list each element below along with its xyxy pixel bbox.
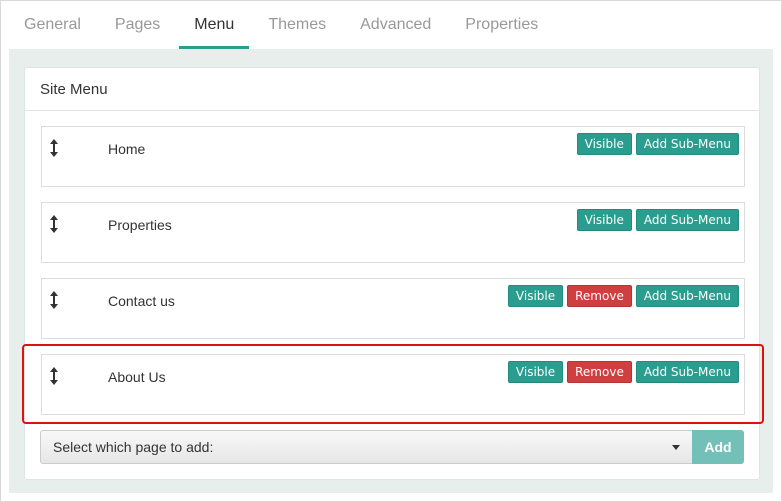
page-select-value: Select which page to add: xyxy=(53,439,214,455)
tab-advanced[interactable]: Advanced xyxy=(345,1,446,49)
tab-general[interactable]: General xyxy=(9,1,96,49)
tab-menu[interactable]: Menu xyxy=(179,1,250,49)
menu-item-actions: Visible Remove Add Sub-Menu xyxy=(507,285,739,307)
vertical-arrows-icon[interactable] xyxy=(49,367,59,385)
add-sub-menu-button[interactable]: Add Sub-Menu xyxy=(635,209,739,231)
visible-button[interactable]: Visible xyxy=(576,133,632,155)
add-sub-menu-button[interactable]: Add Sub-Menu xyxy=(635,361,739,383)
menu-item-label: Properties xyxy=(108,217,172,233)
remove-button[interactable]: Remove xyxy=(567,285,632,307)
menu-item-actions: Visible Remove Add Sub-Menu xyxy=(507,361,739,383)
menu-item-label: About Us xyxy=(108,369,166,385)
visible-button[interactable]: Visible xyxy=(507,285,564,307)
tab-themes[interactable]: Themes xyxy=(253,1,341,49)
vertical-arrows-icon[interactable] xyxy=(49,291,59,309)
tab-pages[interactable]: Pages xyxy=(100,1,175,49)
menu-item-label: Home xyxy=(108,141,146,157)
page-select-dropdown[interactable]: Select which page to add: xyxy=(40,430,692,464)
menu-item-home: Home Visible Add Sub-Menu xyxy=(41,126,745,187)
add-page-row: Select which page to add: Add xyxy=(40,430,744,464)
site-menu-panel: Site Menu Home Visible Add Sub-Menu Prop… xyxy=(24,67,760,480)
menu-item-about-us: About Us Visible Remove Add Sub-Menu xyxy=(41,354,745,415)
add-page-button[interactable]: Add xyxy=(692,430,744,464)
menu-item-actions: Visible Add Sub-Menu xyxy=(576,133,739,155)
menu-item-contact-us: Contact us Visible Remove Add Sub-Menu xyxy=(41,278,745,339)
visible-button[interactable]: Visible xyxy=(507,361,564,383)
settings-window: General Pages Menu Themes Advanced Prope… xyxy=(0,0,782,502)
add-sub-menu-button[interactable]: Add Sub-Menu xyxy=(635,133,739,155)
menu-item-actions: Visible Add Sub-Menu xyxy=(576,209,739,231)
tab-properties[interactable]: Properties xyxy=(450,1,553,49)
settings-tabs: General Pages Menu Themes Advanced Prope… xyxy=(9,1,773,49)
remove-button[interactable]: Remove xyxy=(567,361,632,383)
vertical-arrows-icon[interactable] xyxy=(49,139,59,157)
vertical-arrows-icon[interactable] xyxy=(49,215,59,233)
menu-item-properties: Properties Visible Add Sub-Menu xyxy=(41,202,745,263)
add-sub-menu-button[interactable]: Add Sub-Menu xyxy=(635,285,739,307)
menu-item-label: Contact us xyxy=(108,293,175,309)
caret-down-icon xyxy=(672,445,680,450)
visible-button[interactable]: Visible xyxy=(576,209,632,231)
panel-title: Site Menu xyxy=(25,68,759,111)
